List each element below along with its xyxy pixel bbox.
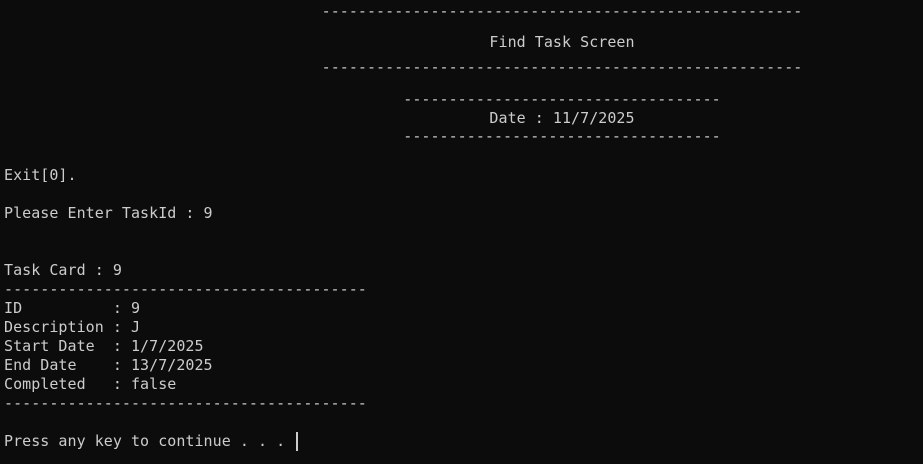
text-cursor <box>296 432 299 451</box>
task-description-field: Description : J <box>4 318 141 336</box>
date-rule-bottom: ----------------------------------- <box>403 127 721 145</box>
date-line: Date : 11/7/2025 <box>489 109 635 127</box>
task-end-date-field: End Date : 13/7/2025 <box>4 356 213 374</box>
task-card-title: Task Card : 9 <box>4 261 122 279</box>
task-start-date-field: Start Date : 1/7/2025 <box>4 337 204 355</box>
task-completed-field: Completed : false <box>4 375 177 393</box>
exit-option: Exit[0]. <box>4 166 77 184</box>
task-card-rule-bottom: ---------------------------------------- <box>4 394 367 412</box>
console-window[interactable]: ----------------------------------------… <box>0 0 923 464</box>
screen-title: Find Task Screen <box>489 33 635 51</box>
task-id-field: ID : 9 <box>4 299 141 317</box>
task-id-prompt: Please Enter TaskId : 9 <box>4 204 213 222</box>
continue-prompt-line[interactable]: Press any key to continue . . . <box>4 432 299 451</box>
header-rule-top: ----------------------------------------… <box>321 2 803 20</box>
date-rule-top: ----------------------------------- <box>403 90 721 108</box>
continue-prompt: Press any key to continue . . . <box>4 432 295 450</box>
header-rule-bottom: ----------------------------------------… <box>321 58 803 76</box>
task-card-rule-top: ---------------------------------------- <box>4 280 367 298</box>
